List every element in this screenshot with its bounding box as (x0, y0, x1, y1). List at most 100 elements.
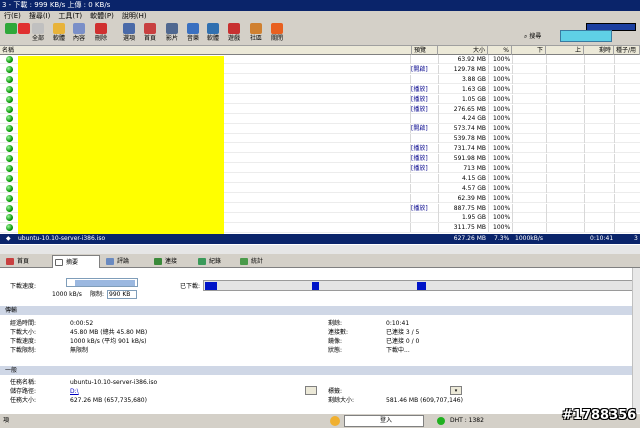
grid-line (512, 203, 513, 213)
toolbar-button-12[interactable]: 社區 (246, 23, 266, 45)
task-percent: 100% (493, 125, 511, 133)
menu-item-tools[interactable]: 工具(T) (54, 11, 86, 22)
game-icon (228, 23, 240, 34)
window-title: 3 - 下載 : 999 KB/s 上傳 : 0 KB/s (0, 0, 640, 11)
task-action-link[interactable]: [播放] (411, 164, 428, 173)
tab-home[interactable]: 首頁 (4, 255, 29, 268)
toolbar-button-9[interactable]: 音樂 (183, 23, 203, 45)
menu-item-help[interactable]: 說明(H) (118, 11, 151, 22)
grid-line (584, 104, 585, 114)
menu-item-search[interactable]: 搜尋(I) (25, 11, 55, 22)
tab-stats[interactable]: 統計 (238, 255, 263, 268)
toolbar: 全部 軟體 內容 刪除 選項 首頁 影片 音樂 軟體 遊戲 社區 關閉 (0, 22, 640, 46)
toolbar-button-7[interactable]: 首頁 (140, 23, 160, 45)
toolbar-button-3[interactable]: 軟體 (49, 23, 69, 45)
grid-line (410, 154, 411, 163)
completed-status-icon (6, 125, 13, 133)
grid-line (546, 134, 547, 144)
completed-status-icon (6, 75, 13, 83)
mirror-value: 已連接 0 / 0 (386, 338, 420, 345)
search-label[interactable]: ⌕ 搜尋 (524, 31, 541, 41)
task-action-link[interactable]: [開啟] (411, 124, 428, 133)
column-preview[interactable]: 預覽 (412, 46, 438, 55)
tab-log[interactable]: 紀錄 (196, 255, 221, 268)
selected-task-row[interactable]: ◆ ubuntu-10.10-server-i386.iso 627.26 MB… (0, 234, 640, 244)
task-action-link[interactable]: [播放] (411, 204, 428, 213)
grid-line (584, 114, 585, 124)
column-seeds[interactable]: 種子/用 (614, 46, 640, 55)
browse-folder-button[interactable] (305, 386, 317, 395)
tab-connections[interactable]: 連接 (152, 255, 177, 268)
task-action-link[interactable]: [播放] (411, 105, 428, 114)
task-percent: 100% (493, 85, 511, 93)
save-path-link[interactable]: D:\ (70, 388, 79, 396)
toolbar-button-13[interactable]: 關閉 (267, 23, 287, 45)
completed-status-icon (6, 95, 13, 103)
task-action-link[interactable]: [播放] (411, 95, 428, 104)
tab-summary[interactable]: 摘要 (52, 255, 100, 268)
grid-line (584, 94, 585, 104)
grid-line (546, 154, 547, 163)
properties-icon (73, 23, 85, 34)
remaining-size-label: 剩餘大小: (328, 397, 355, 404)
task-action-link[interactable]: [播放] (411, 144, 428, 153)
grid-line (512, 94, 513, 104)
grid-line (512, 74, 513, 84)
grid-line (512, 55, 513, 64)
horizontal-scrollbar[interactable] (0, 244, 640, 254)
task-action-link[interactable]: [播放] (411, 154, 428, 163)
grid-line (584, 163, 585, 173)
grid-line (410, 203, 411, 213)
status-label: 狀態: (328, 347, 343, 354)
task-action-link[interactable]: [播放] (411, 85, 428, 94)
grid-line (584, 124, 585, 134)
speed-limit-select[interactable]: 990 KB (107, 290, 137, 299)
grid-line (546, 74, 547, 84)
login-label[interactable]: 登入 (380, 414, 392, 428)
grid-line (410, 84, 411, 94)
column-name[interactable]: 名稱 (0, 46, 412, 55)
menu-item-view[interactable]: 行(E) (0, 11, 25, 22)
search-input[interactable] (560, 30, 612, 42)
status-bar: 項 登入 DHT : 1382 (0, 413, 640, 427)
column-eta[interactable]: 剩時 (584, 46, 614, 55)
grid-line (438, 84, 439, 94)
grid-line (438, 104, 439, 114)
column-upload[interactable]: 上 (546, 46, 584, 55)
toolbar-button-6[interactable]: 選項 (119, 23, 139, 45)
toolbar-button-label: 全部 (31, 35, 44, 42)
connections-icon (154, 258, 162, 265)
toolbar-button-2[interactable]: 全部 (28, 23, 48, 45)
menu-item-software[interactable]: 軟體(P) (86, 11, 118, 22)
grid-line (488, 64, 489, 74)
remaining-size-value: 581.46 MB (609,707,146) (386, 397, 463, 404)
grid-line (614, 124, 615, 134)
grid-line (584, 203, 585, 213)
toolbar-button-11[interactable]: 遊戲 (224, 23, 244, 45)
grid-line (546, 193, 547, 203)
column-download[interactable]: 下 (512, 46, 546, 55)
column-percent[interactable]: % (488, 46, 512, 55)
task-percent: 100% (493, 224, 511, 232)
tag-dropdown-button[interactable]: ▾ (450, 386, 462, 395)
log-icon (198, 258, 206, 265)
toolbar-button-4[interactable]: 內容 (69, 23, 89, 45)
grid-line (438, 55, 439, 64)
toolbar-button-10[interactable]: 軟體 (203, 23, 223, 45)
task-percent: 100% (493, 95, 511, 103)
grid-line (410, 55, 411, 64)
toolbar-button-5[interactable]: 刪除 (91, 23, 111, 45)
close-icon (271, 23, 283, 34)
user-icon (330, 416, 340, 426)
toolbar-button-8[interactable]: 影片 (162, 23, 182, 45)
column-size[interactable]: 大小 (438, 46, 488, 55)
task-size: 573.74 MB (453, 125, 486, 133)
grid-line (488, 114, 489, 124)
elapsed-label: 經過時間: (10, 320, 37, 327)
detail-scrollbar[interactable] (632, 268, 640, 413)
grid-line (488, 154, 489, 163)
task-action-link[interactable]: [開啟] (411, 65, 428, 74)
grid-line (546, 84, 547, 94)
tab-comments[interactable]: 評論 (104, 255, 129, 268)
connections-value: 已連接 3 / 5 (386, 329, 420, 336)
